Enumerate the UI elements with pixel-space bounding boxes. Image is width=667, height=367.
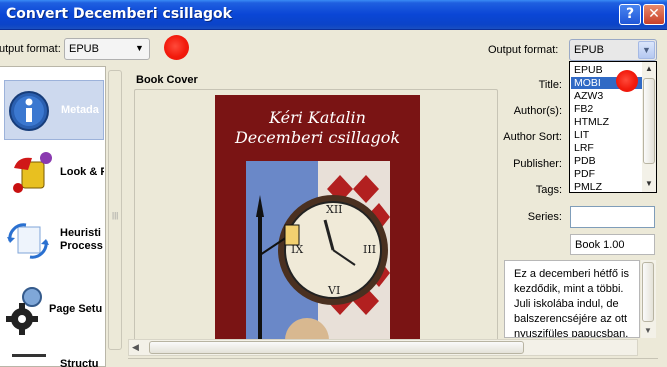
output-format-dropdown: EPUB MOBI AZW3 FB2 HTMLZ LIT LRF PDB PDF… — [569, 61, 657, 193]
output-format-label: Output format: — [488, 44, 559, 56]
book-cover-image[interactable]: Kéri Katalin Decemberi csillagok XII III V… — [215, 95, 420, 345]
output-format-value: EPUB — [574, 44, 604, 56]
window-title: Convert Decemberi csillagok — [6, 6, 232, 22]
paint-bucket-icon — [13, 152, 52, 193]
sidebar-item-structure[interactable]: Structu — [0, 342, 106, 367]
chevron-down-icon[interactable]: ▼ — [638, 41, 655, 59]
dropdown-option-azw3[interactable]: AZW3 — [571, 90, 642, 102]
scroll-down-icon[interactable]: ▼ — [645, 179, 653, 188]
input-format-select[interactable]: EPUB ▼ — [64, 38, 150, 60]
series-index-field[interactable]: Book 1.00 — [570, 234, 655, 255]
sidebar-item-metadata[interactable]: Metada — [4, 80, 104, 140]
title-bar: Convert Decemberi csillagok ? ✕ — [0, 0, 667, 30]
sidebar-item-label: Heuristi Process — [60, 227, 103, 252]
author-sort-label: Author Sort: — [503, 131, 562, 143]
svg-text:XII: XII — [326, 203, 343, 216]
dropdown-option-htmlz[interactable]: HTMLZ — [571, 116, 642, 128]
sidebar-item-page-setup[interactable]: Page Setu — [0, 277, 106, 337]
chevron-down-icon[interactable]: ▼ — [131, 40, 148, 58]
scroll-thumb[interactable] — [643, 78, 655, 164]
gear-icon — [6, 287, 42, 335]
series-field[interactable] — [570, 206, 655, 228]
book-cover-heading: Book Cover — [136, 74, 198, 86]
sidebar-item-label: Page Setu — [49, 303, 103, 315]
svg-text:III: III — [363, 243, 376, 256]
cover-illustration: XIIIIIVIIX — [246, 161, 390, 345]
output-format-select[interactable]: EPUB ▼ — [569, 39, 657, 61]
panel-splitter[interactable]: ||| — [108, 70, 122, 350]
horizontal-scrollbar[interactable]: ◀ — [128, 339, 638, 356]
comments-text: Ez a decemberi hétfő is kezdődik, mint a… — [514, 268, 629, 338]
scroll-thumb[interactable] — [642, 262, 654, 322]
sidebar-item-heuristic[interactable]: Heuristi Process — [0, 207, 106, 267]
close-button[interactable]: ✕ — [643, 4, 665, 25]
document-icon — [12, 354, 46, 357]
click-marker-input — [164, 35, 189, 60]
series-index-value: Book 1.00 — [575, 239, 625, 251]
sidebar-item-label: Look & F — [60, 166, 104, 178]
comments-field[interactable]: Ez a decemberi hétfő is kezdődik, mint a… — [504, 260, 640, 338]
dropdown-option-lit[interactable]: LIT — [571, 129, 642, 141]
authors-label: Author(s): — [513, 105, 562, 117]
scroll-down-icon[interactable]: ▼ — [644, 326, 652, 335]
scroll-thumb[interactable] — [149, 341, 524, 354]
refresh-icon — [7, 223, 49, 259]
dropdown-option-pdf[interactable]: PDF — [571, 168, 642, 180]
info-icon — [9, 91, 49, 131]
series-label: Series: — [527, 211, 562, 223]
input-format-label: utput format: — [0, 43, 61, 55]
sidebar-item-look-feel[interactable]: Look & F — [0, 142, 106, 202]
input-format-value: EPUB — [69, 43, 99, 55]
scroll-left-icon[interactable]: ◀ — [132, 342, 139, 353]
tags-label: Tags: — [535, 184, 562, 196]
help-button[interactable]: ? — [619, 4, 641, 25]
click-marker-output — [616, 70, 638, 92]
dropdown-option-lrf[interactable]: LRF — [571, 142, 642, 154]
sidebar-item-label: Metada — [61, 104, 99, 116]
dropdown-scrollbar[interactable]: ▲ ▼ — [642, 62, 656, 192]
sidebar-item-label: Structu — [60, 358, 99, 367]
title-label: Title: — [538, 79, 562, 91]
bottom-panel-edge — [128, 358, 658, 367]
settings-sidebar: Metada Look & F Heuristi Process Page Se… — [0, 66, 106, 367]
dropdown-option-pdb[interactable]: PDB — [571, 155, 642, 167]
dropdown-option-pmlz[interactable]: PMLZ — [571, 181, 642, 193]
publisher-label: Publisher: — [513, 158, 562, 170]
svg-text:VI: VI — [327, 284, 340, 297]
scroll-up-icon[interactable]: ▲ — [645, 64, 653, 73]
dropdown-option-fb2[interactable]: FB2 — [571, 103, 642, 115]
comments-scrollbar[interactable]: ▼ — [641, 260, 656, 338]
